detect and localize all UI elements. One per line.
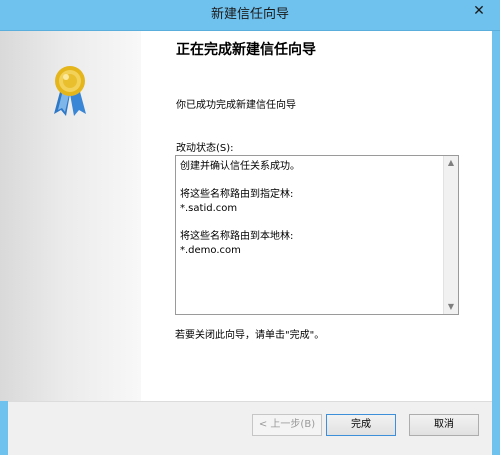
status-text: 创建并确认信任关系成功。 将这些名称路由到指定林: *.satid.com 将这…	[180, 161, 300, 256]
window-right-border	[492, 31, 500, 455]
title-bar[interactable]: 新建信任向导 ✕	[0, 0, 500, 31]
cancel-button[interactable]: 取消	[409, 414, 479, 436]
status-scrollbar[interactable]: ▲ ▼	[443, 156, 458, 314]
close-hint: 若要关闭此向导，请单击"完成"。	[175, 330, 325, 341]
award-medal-icon	[54, 66, 86, 116]
status-textbox[interactable]: 创建并确认信任关系成功。 将这些名称路由到指定林: *.satid.com 将这…	[175, 155, 459, 315]
wizard-window: 新建信任向导 ✕ 正在完成新建信任向导 你已成功完成新建信任向导 改动状态(S)…	[0, 0, 500, 455]
scroll-up-icon[interactable]: ▲	[444, 156, 458, 170]
scroll-down-icon[interactable]: ▼	[444, 300, 458, 314]
page-title: 正在完成新建信任向导	[176, 42, 316, 58]
completion-message: 你已成功完成新建信任向导	[176, 100, 296, 111]
window-title: 新建信任向导	[210, 7, 289, 22]
close-button[interactable]: ✕	[466, 0, 492, 22]
back-button[interactable]: < 上一步(B)	[252, 414, 322, 436]
status-label: 改动状态(S):	[176, 143, 234, 154]
finish-button[interactable]: 完成	[326, 414, 396, 436]
